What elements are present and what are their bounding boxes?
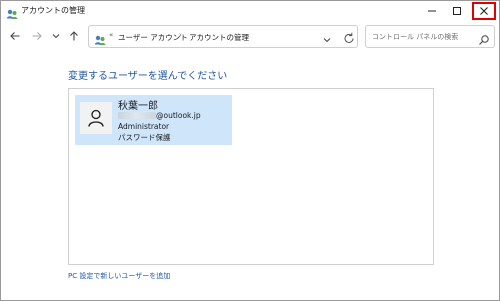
breadcrumb-user-accounts[interactable]: ユーザー アカウント bbox=[118, 32, 188, 43]
forward-button[interactable] bbox=[29, 28, 45, 44]
close-button[interactable] bbox=[472, 2, 496, 20]
avatar bbox=[80, 102, 112, 134]
minimize-icon bbox=[428, 10, 436, 12]
chevron-down-icon bbox=[323, 38, 331, 43]
email-redaction bbox=[118, 112, 156, 119]
user-tile[interactable]: 秋葉一郎 @outlook.jp Administrator パスワード保護 bbox=[75, 95, 232, 145]
maximize-button[interactable] bbox=[445, 1, 469, 21]
user-name: 秋葉一郎 bbox=[118, 101, 158, 112]
address-bar[interactable]: « ユーザー アカウント › アカウントの管理 bbox=[88, 25, 358, 48]
breadcrumb-overflow[interactable]: « bbox=[109, 31, 113, 39]
user-icon bbox=[88, 109, 104, 127]
title-bar: アカウントの管理 bbox=[1, 1, 499, 21]
search-placeholder: コントロール パネルの検索 bbox=[372, 33, 459, 41]
arrow-up-icon bbox=[70, 31, 78, 41]
search-input[interactable]: コントロール パネルの検索 bbox=[365, 25, 495, 48]
page-heading: 変更するユーザーを選んでください bbox=[68, 71, 228, 82]
arrow-left-icon bbox=[10, 32, 20, 40]
user-password-status: パスワード保護 bbox=[118, 133, 171, 142]
minimize-button[interactable] bbox=[420, 1, 444, 21]
up-button[interactable] bbox=[66, 28, 82, 44]
user-list-panel: 秋葉一郎 @outlook.jp Administrator パスワード保護 bbox=[68, 88, 434, 265]
arrow-right-icon bbox=[32, 32, 42, 40]
recent-locations-button[interactable] bbox=[48, 28, 64, 44]
window-title: アカウントの管理 bbox=[21, 6, 85, 15]
user-accounts-icon bbox=[94, 31, 106, 45]
close-icon bbox=[480, 7, 488, 15]
back-button[interactable] bbox=[7, 28, 23, 44]
breadcrumb-separator[interactable]: › bbox=[179, 31, 182, 39]
navigation-bar: « ユーザー アカウント › アカウントの管理 コントロール パネルの検索 bbox=[1, 23, 499, 51]
maximize-icon bbox=[453, 7, 461, 15]
breadcrumb-manage-accounts[interactable]: アカウントの管理 bbox=[189, 32, 249, 43]
chevron-down-icon bbox=[52, 34, 60, 39]
add-user-link[interactable]: PC 設定で新しいユーザーを追加 bbox=[68, 271, 170, 281]
refresh-icon bbox=[344, 32, 354, 43]
search-icon[interactable] bbox=[478, 31, 490, 45]
user-role: Administrator bbox=[118, 122, 170, 131]
account-manager-window: アカウントの管理 « ユーザー アカウント › アカウントの管理 コントロール … bbox=[0, 0, 500, 301]
user-accounts-icon bbox=[6, 5, 18, 19]
address-dropdown-button[interactable] bbox=[322, 31, 332, 43]
user-email-domain: @outlook.jp bbox=[156, 111, 201, 120]
refresh-button[interactable] bbox=[343, 30, 355, 43]
user-email: @outlook.jp bbox=[118, 111, 201, 121]
